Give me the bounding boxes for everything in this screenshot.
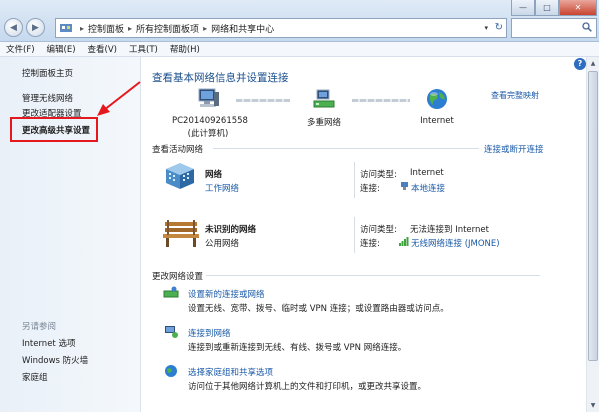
title-bar: ◀ ▶ ▸ 控制面板 ▸ 所有控制面板项 ▸ 网络和共享中心 ▾ ↻ — □ ✕ xyxy=(0,0,599,42)
task-connect-network-link[interactable]: 连接到网络 xyxy=(188,327,231,339)
public-network-bench-icon xyxy=(163,220,199,247)
network2-access-value: 无法连接到 Internet xyxy=(410,225,489,235)
refresh-icon[interactable]: ↻ xyxy=(495,22,503,33)
connect-network-icon xyxy=(165,326,178,338)
menu-file[interactable]: 文件(F) xyxy=(6,43,35,55)
network1-access-label: 访问类型: xyxy=(360,170,397,180)
active-networks-heading: 查看活动网络 xyxy=(152,145,204,155)
sidebar-item-homegroup[interactable]: 家庭组 xyxy=(22,371,48,383)
connection-line xyxy=(352,99,410,102)
network2-name: 未识别的网络 xyxy=(205,225,257,235)
wireless-signal-icon xyxy=(399,237,409,246)
internet-label: Internet xyxy=(420,116,454,126)
change-settings-heading: 更改网络设置 xyxy=(152,272,204,282)
window-controls: — □ ✕ xyxy=(511,0,597,16)
menu-tools[interactable]: 工具(T) xyxy=(129,43,158,55)
menu-bar: 文件(F) 编辑(E) 查看(V) 工具(T) 帮助(H) xyxy=(0,42,599,57)
see-also-heading: 另请参阅 xyxy=(22,322,57,332)
sidebar-item-home[interactable]: 控制面板主页 xyxy=(22,67,73,79)
work-network-icon xyxy=(166,163,194,189)
sidebar-item-firewall[interactable]: Windows 防火墙 xyxy=(22,354,88,366)
internet-globe-icon xyxy=(427,89,447,109)
connection-line xyxy=(236,99,290,102)
breadcrumb-separator-icon: ▸ xyxy=(80,23,85,33)
breadcrumb-separator-icon: ▸ xyxy=(203,23,208,33)
network1-access-value: Internet xyxy=(410,168,444,178)
breadcrumb-all-items[interactable]: 所有控制面板项 xyxy=(136,22,199,35)
task-homegroup-desc: 访问位于其他网络计算机上的文件和打印机，或更改共享设置。 xyxy=(188,382,427,392)
scroll-up-icon[interactable]: ▲ xyxy=(588,58,598,69)
new-connection-icon xyxy=(163,286,179,298)
computer-sub-label: (此计算机) xyxy=(187,129,229,139)
sidebar-item-internet-options[interactable]: Internet 选项 xyxy=(22,337,75,349)
close-button[interactable]: ✕ xyxy=(559,0,597,16)
scroll-down-icon[interactable]: ▼ xyxy=(588,400,598,411)
menu-help[interactable]: 帮助(H) xyxy=(170,43,200,55)
divider xyxy=(206,275,540,276)
task-connect-network-desc: 连接到或重新连接到无线、有线、拨号或 VPN 网络连接。 xyxy=(188,343,407,353)
network2-access-label: 访问类型: xyxy=(360,225,397,235)
back-button[interactable]: ◀ xyxy=(4,18,23,37)
address-bar[interactable]: ▸ 控制面板 ▸ 所有控制面板项 ▸ 网络和共享中心 ▾ ↻ xyxy=(55,18,507,38)
network2-connection-label: 连接: xyxy=(360,239,380,249)
network1-connection-link[interactable]: 本地连接 xyxy=(411,182,445,194)
homegroup-sharing-icon xyxy=(165,365,177,377)
breadcrumb-network-center[interactable]: 网络和共享中心 xyxy=(211,22,274,35)
search-input[interactable] xyxy=(511,18,597,38)
computer-name: PC201409261558 xyxy=(172,116,248,126)
search-icon[interactable] xyxy=(582,22,592,32)
network1-type-link[interactable]: 工作网络 xyxy=(205,182,239,194)
multiple-networks-label: 多重网络 xyxy=(306,118,341,128)
network2-type: 公用网络 xyxy=(205,239,240,249)
lan-icon xyxy=(401,182,408,190)
view-full-map-link[interactable]: 查看完整映射 xyxy=(491,90,539,101)
help-icon[interactable]: ? xyxy=(574,58,586,70)
multiple-networks-icon xyxy=(313,89,335,108)
network2-connection-link[interactable]: 无线网络连接 (JMONE) xyxy=(411,237,500,249)
task-homegroup-link[interactable]: 选择家庭组和共享选项 xyxy=(188,366,273,378)
breadcrumb-control-panel[interactable]: 控制面板 xyxy=(88,22,124,35)
maximize-button[interactable]: □ xyxy=(535,0,559,16)
page-title: 查看基本网络信息并设置连接 xyxy=(152,72,289,84)
minimize-button[interactable]: — xyxy=(511,0,535,16)
connect-disconnect-link[interactable]: 连接或断开连接 xyxy=(484,143,544,155)
control-panel-icon xyxy=(60,24,72,32)
network1-connection-label: 连接: xyxy=(360,184,380,194)
sidebar-item-manage-wireless[interactable]: 管理无线网络 xyxy=(22,92,73,104)
breadcrumb-separator-icon: ▸ xyxy=(128,23,133,33)
network1-name: 网络 xyxy=(205,170,223,180)
menu-view[interactable]: 查看(V) xyxy=(88,43,117,55)
forward-icon: ▶ xyxy=(32,22,39,33)
vertical-scrollbar[interactable]: ▲ ▼ xyxy=(586,57,599,412)
divider xyxy=(354,162,355,198)
address-dropdown-icon[interactable]: ▾ xyxy=(484,24,488,32)
forward-button[interactable]: ▶ xyxy=(26,18,45,37)
menu-edit[interactable]: 编辑(E) xyxy=(47,43,76,55)
scroll-thumb[interactable] xyxy=(588,71,598,361)
divider xyxy=(213,148,479,149)
computer-icon xyxy=(198,88,219,107)
highlight-box xyxy=(10,117,98,142)
task-new-connection-link[interactable]: 设置新的连接或网络 xyxy=(188,288,265,300)
back-icon: ◀ xyxy=(10,22,17,33)
task-new-connection-desc: 设置无线、宽带、拨号、临时或 VPN 连接；或设置路由器或访问点。 xyxy=(188,304,449,314)
divider xyxy=(354,217,355,253)
